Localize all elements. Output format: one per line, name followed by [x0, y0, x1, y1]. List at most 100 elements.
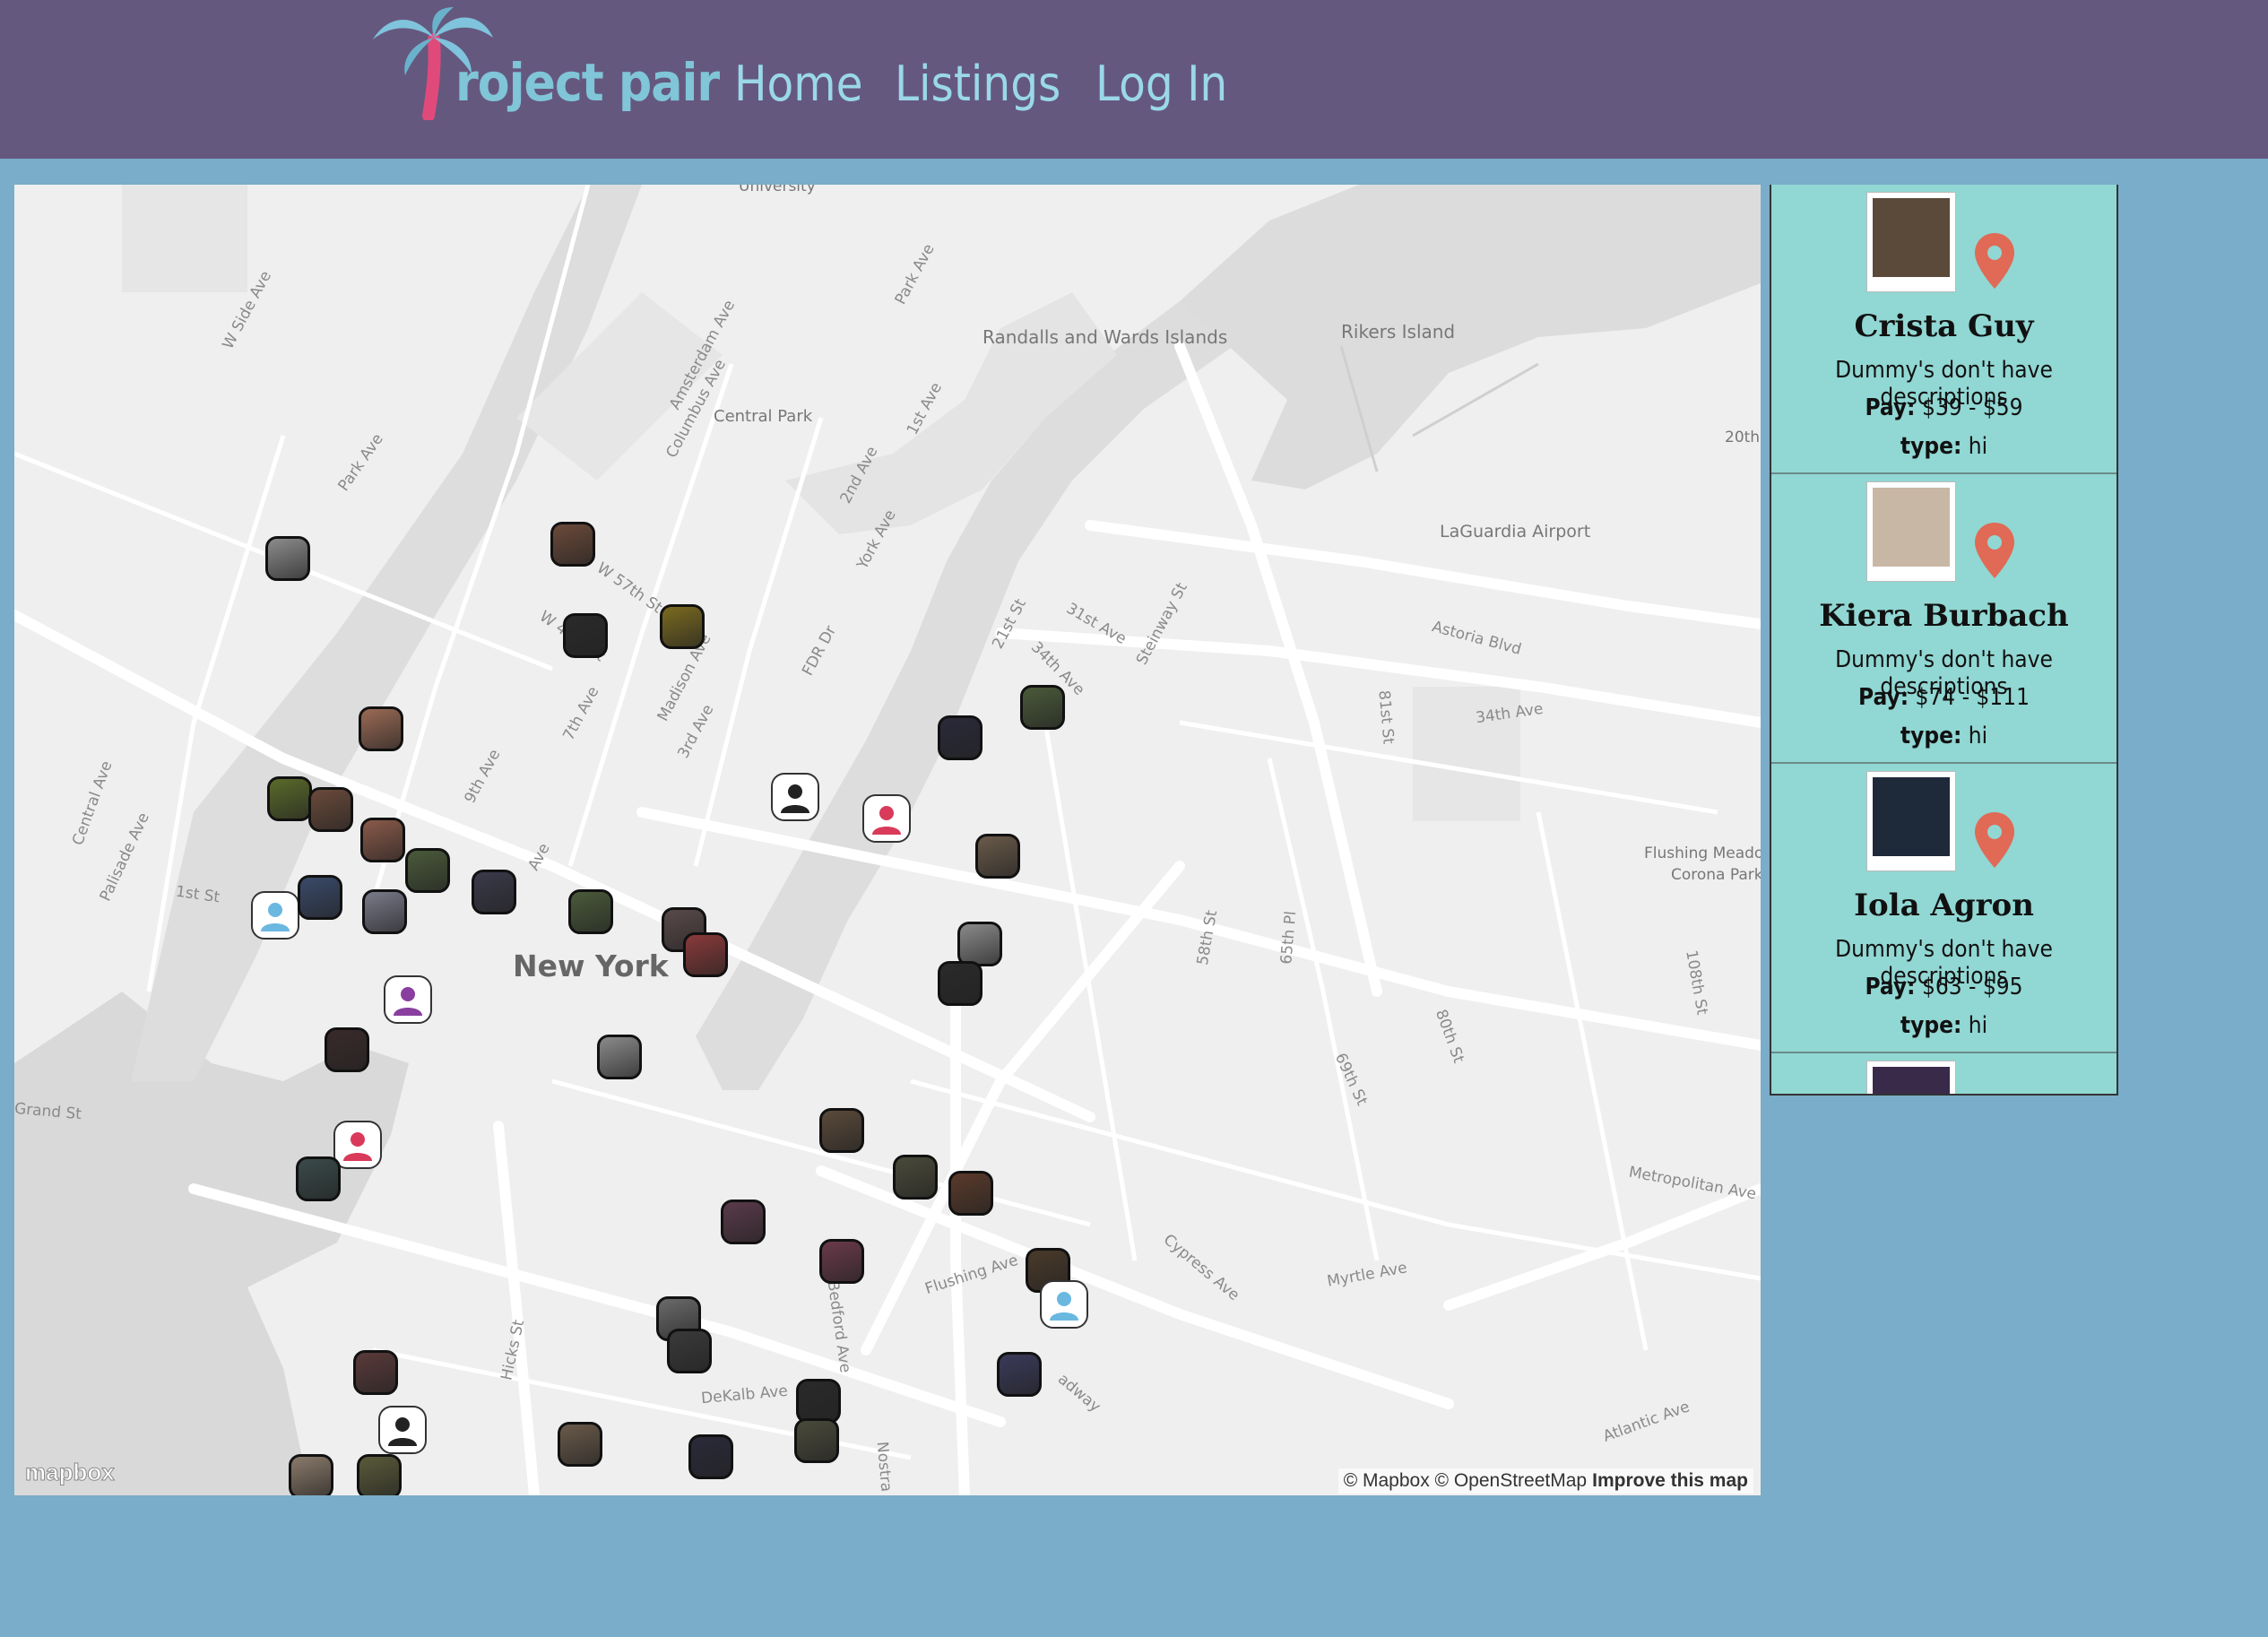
user-photo-marker[interactable] [667, 1329, 712, 1373]
user-photo-marker[interactable] [683, 932, 728, 977]
map-view[interactable]: Randalls and Wards Islands Rikers Island… [14, 185, 1761, 1495]
user-photo-marker[interactable] [975, 834, 1020, 879]
attribution-text[interactable]: © Mapbox © OpenStreetMap [1344, 1470, 1587, 1491]
map-label-central-park: Central Park [714, 407, 813, 426]
user-photo-marker[interactable] [819, 1239, 864, 1284]
map-label-flushing-1: Flushing Meado [1644, 844, 1761, 862]
type-label: type: [1900, 1012, 1962, 1039]
user-photo-marker[interactable] [938, 715, 983, 760]
location-pin-icon[interactable] [1972, 231, 2017, 290]
pay-label: Pay: [1865, 974, 1916, 1000]
listing-name[interactable]: Iola Agron [1771, 888, 2117, 923]
location-pin-icon[interactable] [1972, 521, 2017, 580]
user-avatar-icon [872, 806, 901, 835]
listing-card[interactable]: Iola Agron Dummy's don't have descriptio… [1771, 764, 2117, 1053]
user-avatar-icon [388, 1417, 417, 1446]
listing-card-partial[interactable] [1771, 1053, 2117, 1094]
user-photo-marker[interactable] [558, 1422, 602, 1467]
user-photo-marker[interactable] [794, 1418, 839, 1463]
user-photo-marker[interactable] [568, 889, 613, 934]
user-photo-marker[interactable] [819, 1108, 864, 1153]
user-photo-marker[interactable] [298, 875, 342, 920]
listing-pay: Pay: $74 - $111 [1771, 684, 2117, 711]
nav-listings-link[interactable]: Listings [895, 56, 1060, 112]
user-avatar-icon [781, 784, 809, 813]
user-photo-marker[interactable] [550, 522, 595, 567]
location-pin-icon[interactable] [1972, 810, 2017, 870]
logo-wordmark[interactable]: roject pair [455, 52, 720, 113]
user-photo-marker[interactable] [357, 1454, 402, 1495]
listing-avatar [1866, 1061, 1956, 1094]
mapbox-logo[interactable]: mapbox [25, 1459, 116, 1486]
map-label-flushing-2: Corona Park [1671, 866, 1761, 884]
pay-label: Pay: [1865, 394, 1916, 421]
avatar-photo [1873, 1067, 1950, 1094]
user-photo-marker[interactable] [360, 818, 405, 862]
pay-label: Pay: [1858, 684, 1909, 711]
default-avatar-marker[interactable] [773, 775, 818, 819]
user-photo-marker[interactable] [325, 1027, 369, 1072]
listing-avatar [1866, 481, 1956, 582]
user-photo-marker[interactable] [997, 1352, 1042, 1397]
user-photo-marker[interactable] [308, 787, 353, 832]
user-avatar-icon [343, 1132, 372, 1161]
user-photo-marker[interactable] [948, 1171, 993, 1216]
listings-sidebar[interactable]: Crista Guy Dummy's don't have descriptio… [1770, 185, 2118, 1096]
listing-name[interactable]: Crista Guy [1771, 308, 2117, 344]
top-nav-bar: roject pair Home Listings Log In [0, 0, 2268, 159]
user-photo-marker[interactable] [563, 613, 608, 658]
type-value: hi [1968, 723, 1988, 749]
user-avatar-icon [261, 903, 290, 931]
default-avatar-marker[interactable] [253, 893, 298, 938]
nav-login-link[interactable]: Log In [1095, 56, 1227, 112]
pay-value: $63 - $95 [1921, 974, 2023, 1000]
default-avatar-marker[interactable] [335, 1122, 380, 1167]
user-photo-marker[interactable] [660, 604, 705, 649]
listing-name[interactable]: Kiera Burbach [1771, 598, 2117, 634]
user-photo-marker[interactable] [359, 706, 403, 751]
user-photo-marker[interactable] [362, 889, 407, 934]
user-photo-marker[interactable] [353, 1350, 398, 1395]
map-label-randalls: Randalls and Wards Islands [983, 326, 1228, 348]
user-photo-marker[interactable] [296, 1156, 341, 1201]
user-photo-marker[interactable] [893, 1155, 938, 1200]
listing-card[interactable]: Crista Guy Dummy's don't have descriptio… [1771, 185, 2117, 474]
listing-type: type: hi [1771, 723, 2117, 749]
type-label: type: [1900, 433, 1962, 460]
nav-home-link[interactable]: Home [734, 56, 863, 112]
listing-avatar [1866, 771, 1956, 871]
type-value: hi [1968, 1012, 1988, 1039]
pay-value: $39 - $59 [1921, 394, 2023, 421]
user-photo-marker[interactable] [1020, 685, 1065, 730]
pay-value: $74 - $111 [1915, 684, 2030, 711]
user-photo-marker[interactable] [472, 870, 516, 914]
user-photo-marker[interactable] [721, 1200, 766, 1244]
map-label-20th: 20th [1725, 429, 1761, 446]
listing-avatar [1866, 192, 1956, 292]
user-photo-marker[interactable] [265, 536, 310, 581]
map-label-new-york: New York [513, 948, 669, 983]
user-photo-marker[interactable] [957, 922, 1002, 966]
type-label: type: [1900, 723, 1962, 749]
user-photo-marker[interactable] [267, 776, 312, 821]
type-value: hi [1968, 433, 1988, 460]
avatar-photo [1873, 488, 1950, 567]
listing-card[interactable]: Kiera Burbach Dummy's don't have descrip… [1771, 474, 2117, 764]
default-avatar-marker[interactable] [380, 1407, 425, 1452]
user-photo-marker[interactable] [688, 1434, 733, 1479]
user-photo-marker[interactable] [796, 1379, 841, 1424]
listing-type: type: hi [1771, 1012, 2117, 1039]
default-avatar-marker[interactable] [385, 977, 430, 1022]
user-photo-marker[interactable] [289, 1454, 333, 1495]
listing-type: type: hi [1771, 433, 2117, 460]
default-avatar-marker[interactable] [1042, 1282, 1086, 1327]
map-attribution: © Mapbox © OpenStreetMap Improve this map [1337, 1468, 1753, 1494]
improve-map-link[interactable]: Improve this map [1592, 1470, 1748, 1491]
user-photo-marker[interactable] [405, 848, 450, 893]
listing-pay: Pay: $39 - $59 [1771, 394, 2117, 421]
user-avatar-icon [1050, 1292, 1078, 1321]
user-photo-marker[interactable] [938, 961, 983, 1006]
default-avatar-marker[interactable] [864, 796, 909, 841]
user-photo-marker[interactable] [597, 1035, 642, 1079]
map-label-university: University [739, 185, 816, 195]
